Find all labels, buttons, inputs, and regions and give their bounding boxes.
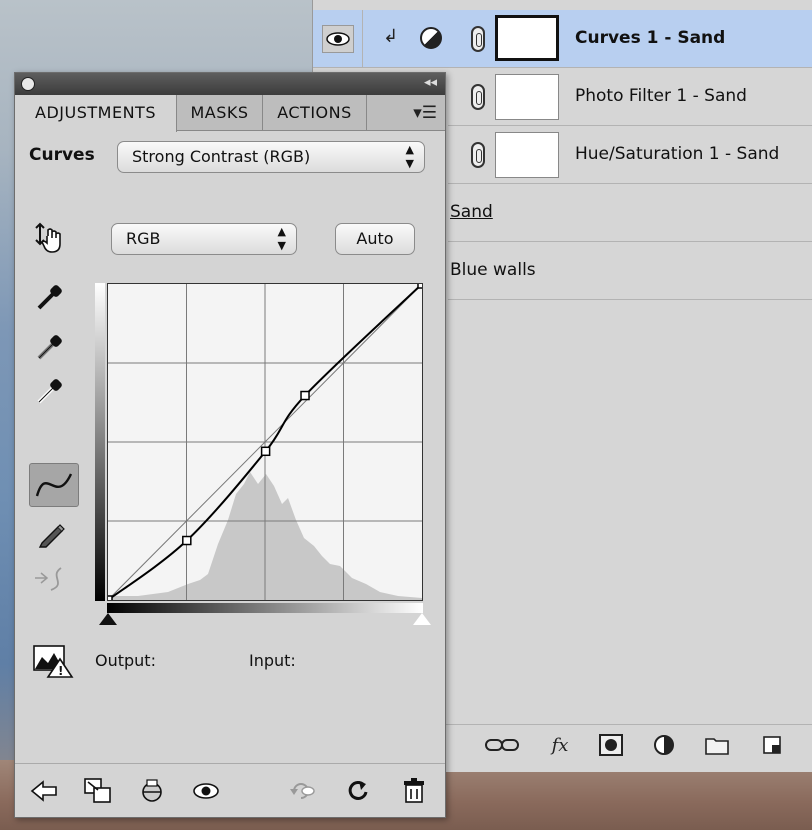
svg-text:!: ! — [58, 664, 63, 678]
layer-row-curves[interactable]: ↲ Curves 1 - Sand — [313, 10, 812, 68]
white-point-slider[interactable] — [413, 613, 431, 625]
new-layer-icon[interactable] — [759, 733, 785, 757]
curve-control-point[interactable] — [417, 279, 427, 289]
clip-arrow-icon: ↲ — [383, 26, 399, 47]
adjustments-panel: ◂◂ ADJUSTMENTS MASKS ACTIONS ▾☰ Curves S… — [14, 72, 446, 818]
tab-masks[interactable]: MASKS — [177, 95, 263, 131]
mask-thumbnail[interactable] — [495, 74, 559, 120]
eyedropper-black-icon[interactable] — [33, 279, 67, 315]
expanded-view-icon[interactable] — [83, 776, 113, 806]
panel-tabs: ADJUSTMENTS MASKS ACTIONS ▾☰ — [15, 95, 445, 132]
mask-thumbnail[interactable] — [495, 132, 559, 178]
panel-titlebar[interactable]: ◂◂ — [15, 73, 445, 95]
layer-name[interactable]: Hue/Saturation 1 - Sand — [575, 144, 779, 164]
preset-value: Strong Contrast (RGB) — [132, 147, 311, 166]
trash-icon[interactable] — [399, 776, 429, 806]
link-chain-icon[interactable] — [471, 142, 485, 168]
smooth-curve-icon[interactable] — [29, 561, 71, 597]
curves-label: Curves — [29, 145, 95, 165]
preset-select[interactable]: Strong Contrast (RGB) ▲ ▼ — [117, 141, 425, 173]
reset-icon[interactable] — [343, 776, 373, 806]
layer-row-hue-saturation[interactable]: Hue/Saturation 1 - Sand — [448, 126, 812, 184]
adjustment-layer-icon — [420, 27, 442, 49]
panel-bottom-bar — [15, 763, 445, 817]
pencil-icon[interactable] — [33, 515, 69, 553]
tab-actions[interactable]: ACTIONS — [263, 95, 367, 131]
curve-control-point[interactable] — [260, 446, 271, 457]
channel-select[interactable]: RGB ▲ ▼ — [111, 223, 297, 255]
eye-icon[interactable] — [321, 25, 354, 53]
link-chain-icon[interactable] — [471, 84, 485, 110]
layer-group-blue-walls[interactable]: Blue walls — [448, 242, 812, 300]
adjustment-icon[interactable] — [649, 733, 679, 757]
channel-value: RGB — [126, 229, 161, 248]
eyedropper-white-icon[interactable] — [33, 373, 67, 409]
mask-icon[interactable] — [597, 733, 625, 757]
input-label: Input: — [249, 651, 296, 670]
clip-to-layer-icon[interactable] — [137, 776, 167, 806]
group-name[interactable]: Blue walls — [450, 260, 536, 280]
back-arrow-icon[interactable] — [29, 776, 59, 806]
panel-menu-icon[interactable]: ▾☰ — [413, 103, 437, 123]
mask-thumbnail[interactable] — [495, 15, 559, 61]
curve-control-point[interactable] — [103, 595, 113, 605]
clipping-warning-icon[interactable]: ! — [31, 641, 75, 681]
auto-button[interactable]: Auto — [335, 223, 415, 255]
folder-icon[interactable] — [703, 733, 731, 757]
updown-arrows-icon: ▲ ▼ — [405, 143, 414, 170]
layer-group-sand[interactable]: Sand — [448, 184, 812, 242]
curves-graph[interactable] — [103, 279, 427, 605]
output-gradient-bar — [95, 283, 105, 601]
link-chain-icon[interactable] — [471, 26, 485, 52]
output-label: Output: — [95, 651, 156, 670]
curve-control-point[interactable] — [300, 390, 310, 401]
visibility-cell[interactable] — [313, 10, 363, 68]
group-name[interactable]: Sand — [450, 202, 493, 222]
layer-name[interactable]: Curves 1 - Sand — [575, 28, 725, 48]
close-icon[interactable] — [21, 77, 35, 91]
black-point-slider[interactable] — [99, 613, 117, 625]
input-gradient-bar — [107, 603, 423, 613]
eyedropper-gray-icon[interactable] — [33, 329, 67, 365]
link-icon[interactable] — [485, 733, 519, 757]
curve-control-point[interactable] — [182, 535, 192, 546]
updown-arrows-icon: ▲ ▼ — [277, 225, 286, 252]
on-image-adjust-icon[interactable] — [29, 219, 69, 259]
curve-edit-points-icon[interactable] — [29, 463, 79, 507]
toggle-visibility-icon[interactable] — [191, 776, 221, 806]
tab-adjustments[interactable]: ADJUSTMENTS — [15, 95, 177, 132]
collapse-icon[interactable]: ◂◂ — [424, 75, 437, 90]
fx-icon[interactable]: fx — [543, 733, 577, 757]
layer-name[interactable]: Photo Filter 1 - Sand — [575, 86, 747, 106]
curves-canvas[interactable] — [103, 279, 427, 605]
view-previous-state-icon[interactable] — [287, 776, 317, 806]
layer-row-photo-filter[interactable]: Photo Filter 1 - Sand — [448, 68, 812, 126]
